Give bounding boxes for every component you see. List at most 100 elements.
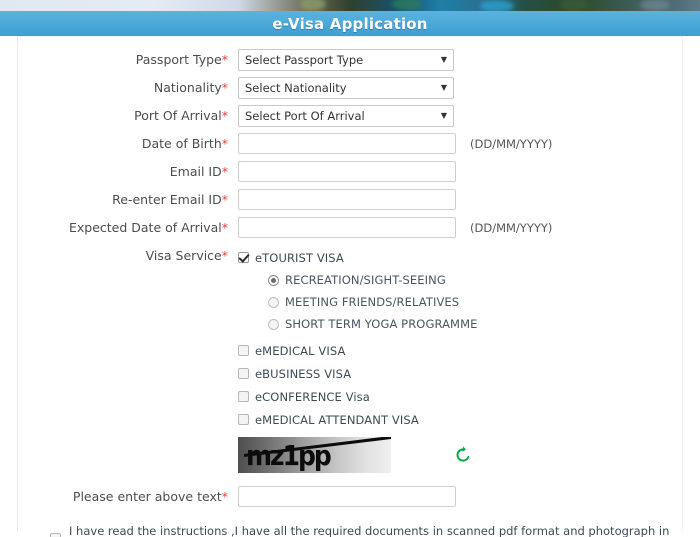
emedical-attendant-visa-label: eMEDICAL ATTENDANT VISA xyxy=(255,412,419,427)
refresh-icon xyxy=(456,446,470,462)
port-of-arrival-selected-value: Select Port Of Arrival xyxy=(245,108,365,123)
form-rows: Passport Type* Select Passport Type ▼ Na… xyxy=(18,37,682,537)
short-term-yoga-radio[interactable] xyxy=(268,318,279,330)
declaration-row[interactable]: I have read the instructions ,I have all… xyxy=(18,524,682,537)
visa-option-emedical-attendant[interactable]: eMEDICAL ATTENDANT VISA xyxy=(238,408,477,431)
econference-visa-label: eCONFERENCE Visa xyxy=(255,389,370,404)
label-text: Port Of Arrival xyxy=(134,107,222,123)
banner-photo-strip xyxy=(0,0,700,11)
label-date-of-birth: Date of Birth* xyxy=(18,136,238,152)
port-of-arrival-select[interactable]: Select Port Of Arrival ▼ xyxy=(238,104,454,127)
form-row-email-id: Email ID* xyxy=(18,158,682,185)
nationality-select[interactable]: Select Nationality ▼ xyxy=(238,76,454,99)
declaration-checkbox[interactable] xyxy=(50,532,61,537)
visa-option-etourist[interactable]: eTOURIST VISA xyxy=(238,246,477,269)
form-row-captcha-image: mz1pp xyxy=(18,437,682,473)
form-row-reenter-email-id: Re-enter Email ID* xyxy=(18,186,682,213)
emedical-visa-checkbox[interactable] xyxy=(238,345,249,356)
captcha-image: mz1pp xyxy=(238,437,391,473)
ebusiness-visa-label: eBUSINESS VISA xyxy=(255,366,352,381)
label-reenter-email-id: Re-enter Email ID* xyxy=(18,192,238,208)
email-id-input[interactable] xyxy=(238,161,456,182)
page-header-bar: e-Visa Application xyxy=(0,11,700,36)
chevron-down-icon: ▼ xyxy=(440,82,447,92)
evisa-application-page: e-Visa Application Passport Type* Select… xyxy=(0,0,700,537)
required-asterisk: * xyxy=(221,135,228,151)
econference-visa-checkbox[interactable] xyxy=(238,391,249,402)
label-expected-date-of-arrival: Expected Date of Arrival* xyxy=(18,220,238,236)
etourist-visa-label: eTOURIST VISA xyxy=(255,250,344,265)
label-text: Nationality xyxy=(153,79,222,95)
tourist-purpose-recreation[interactable]: RECREATION/SIGHT-SEEING xyxy=(238,269,477,291)
label-visa-service: Visa Service* xyxy=(18,246,238,264)
control-reenter-email-id xyxy=(238,189,682,210)
form-row-nationality: Nationality* Select Nationality ▼ xyxy=(18,74,682,101)
control-date-of-birth: (DD/MM/YYYY) xyxy=(238,133,682,154)
visa-option-emedical[interactable]: eMEDICAL VISA xyxy=(238,339,477,362)
expected-date-of-arrival-input[interactable] xyxy=(238,217,456,238)
required-asterisk: * xyxy=(221,79,228,95)
nationality-selected-value: Select Nationality xyxy=(245,80,347,95)
ebusiness-visa-checkbox[interactable] xyxy=(238,368,249,379)
banner-blob xyxy=(392,0,422,10)
visa-option-ebusiness[interactable]: eBUSINESS VISA xyxy=(238,362,477,385)
date-of-birth-input[interactable] xyxy=(238,133,456,154)
form-row-passport-type: Passport Type* Select Passport Type ▼ xyxy=(18,46,682,73)
banner-blob xyxy=(480,0,514,11)
label-email-id: Email ID* xyxy=(18,164,238,180)
recreation-radio[interactable] xyxy=(268,274,279,286)
form-row-date-of-birth: Date of Birth* (DD/MM/YYYY) xyxy=(18,130,682,157)
etourist-visa-checkbox[interactable] xyxy=(238,252,249,263)
chevron-down-icon: ▼ xyxy=(440,110,447,120)
required-asterisk: * xyxy=(221,488,228,504)
required-asterisk: * xyxy=(221,248,228,263)
label-text: Passport Type xyxy=(135,51,222,67)
tourist-purpose-meeting-friends[interactable]: MEETING FRIENDS/RELATIVES xyxy=(238,291,477,313)
label-nationality: Nationality* xyxy=(18,80,238,96)
required-asterisk: * xyxy=(221,107,228,123)
form-row-expected-date-of-arrival: Expected Date of Arrival* (DD/MM/YYYY) xyxy=(18,214,682,241)
chevron-down-icon: ▼ xyxy=(440,54,447,64)
recreation-label: RECREATION/SIGHT-SEEING xyxy=(285,273,446,287)
captcha-refresh-button[interactable] xyxy=(453,445,473,465)
required-asterisk: * xyxy=(221,191,228,207)
label-captcha-answer: Please enter above text* xyxy=(18,489,238,505)
application-form-panel: Passport Type* Select Passport Type ▼ Na… xyxy=(17,36,683,537)
label-text: Please enter above text xyxy=(72,488,222,504)
required-asterisk: * xyxy=(221,163,228,179)
meeting-friends-label: MEETING FRIENDS/RELATIVES xyxy=(285,295,460,309)
banner-blob xyxy=(300,0,326,11)
required-asterisk: * xyxy=(221,219,228,235)
passport-type-selected-value: Select Passport Type xyxy=(245,52,364,67)
control-nationality: Select Nationality ▼ xyxy=(238,76,682,99)
form-row-port-of-arrival: Port Of Arrival* Select Port Of Arrival … xyxy=(18,102,682,129)
declaration-text: I have read the instructions ,I have all… xyxy=(69,524,670,537)
label-text: Email ID xyxy=(169,163,222,179)
passport-type-select[interactable]: Select Passport Type ▼ xyxy=(238,48,454,71)
captcha-answer-input[interactable] xyxy=(238,486,456,507)
form-row-visa-service: Visa Service* eTOURIST VISA RECREATION/S… xyxy=(18,246,682,431)
tourist-purpose-yoga[interactable]: SHORT TERM YOGA PROGRAMME xyxy=(238,313,477,335)
label-text: Visa Service xyxy=(145,248,222,263)
label-text: Expected Date of Arrival xyxy=(68,219,222,235)
label-text: Re-enter Email ID xyxy=(112,191,222,207)
banner-blob xyxy=(640,0,670,11)
label-passport-type: Passport Type* xyxy=(18,52,238,68)
visa-option-econference[interactable]: eCONFERENCE Visa xyxy=(238,385,477,408)
visa-service-options: eTOURIST VISA RECREATION/SIGHT-SEEING ME… xyxy=(238,246,477,431)
expected-date-format-hint: (DD/MM/YYYY) xyxy=(470,220,553,235)
required-asterisk: * xyxy=(221,51,228,67)
control-captcha-answer xyxy=(238,486,682,507)
emedical-attendant-visa-checkbox[interactable] xyxy=(238,414,249,425)
form-row-captcha-answer: Please enter above text* xyxy=(18,483,682,510)
label-text: Date of Birth xyxy=(141,135,222,151)
meeting-friends-radio[interactable] xyxy=(268,296,279,308)
label-port-of-arrival: Port Of Arrival* xyxy=(18,108,238,124)
emedical-visa-label: eMEDICAL VISA xyxy=(255,343,346,358)
control-expected-date-of-arrival: (DD/MM/YYYY) xyxy=(238,217,682,238)
control-email-id xyxy=(238,161,682,182)
control-visa-service: eTOURIST VISA RECREATION/SIGHT-SEEING ME… xyxy=(238,246,682,431)
reenter-email-id-input[interactable] xyxy=(238,189,456,210)
control-port-of-arrival: Select Port Of Arrival ▼ xyxy=(238,104,682,127)
banner-blob xyxy=(560,0,588,11)
